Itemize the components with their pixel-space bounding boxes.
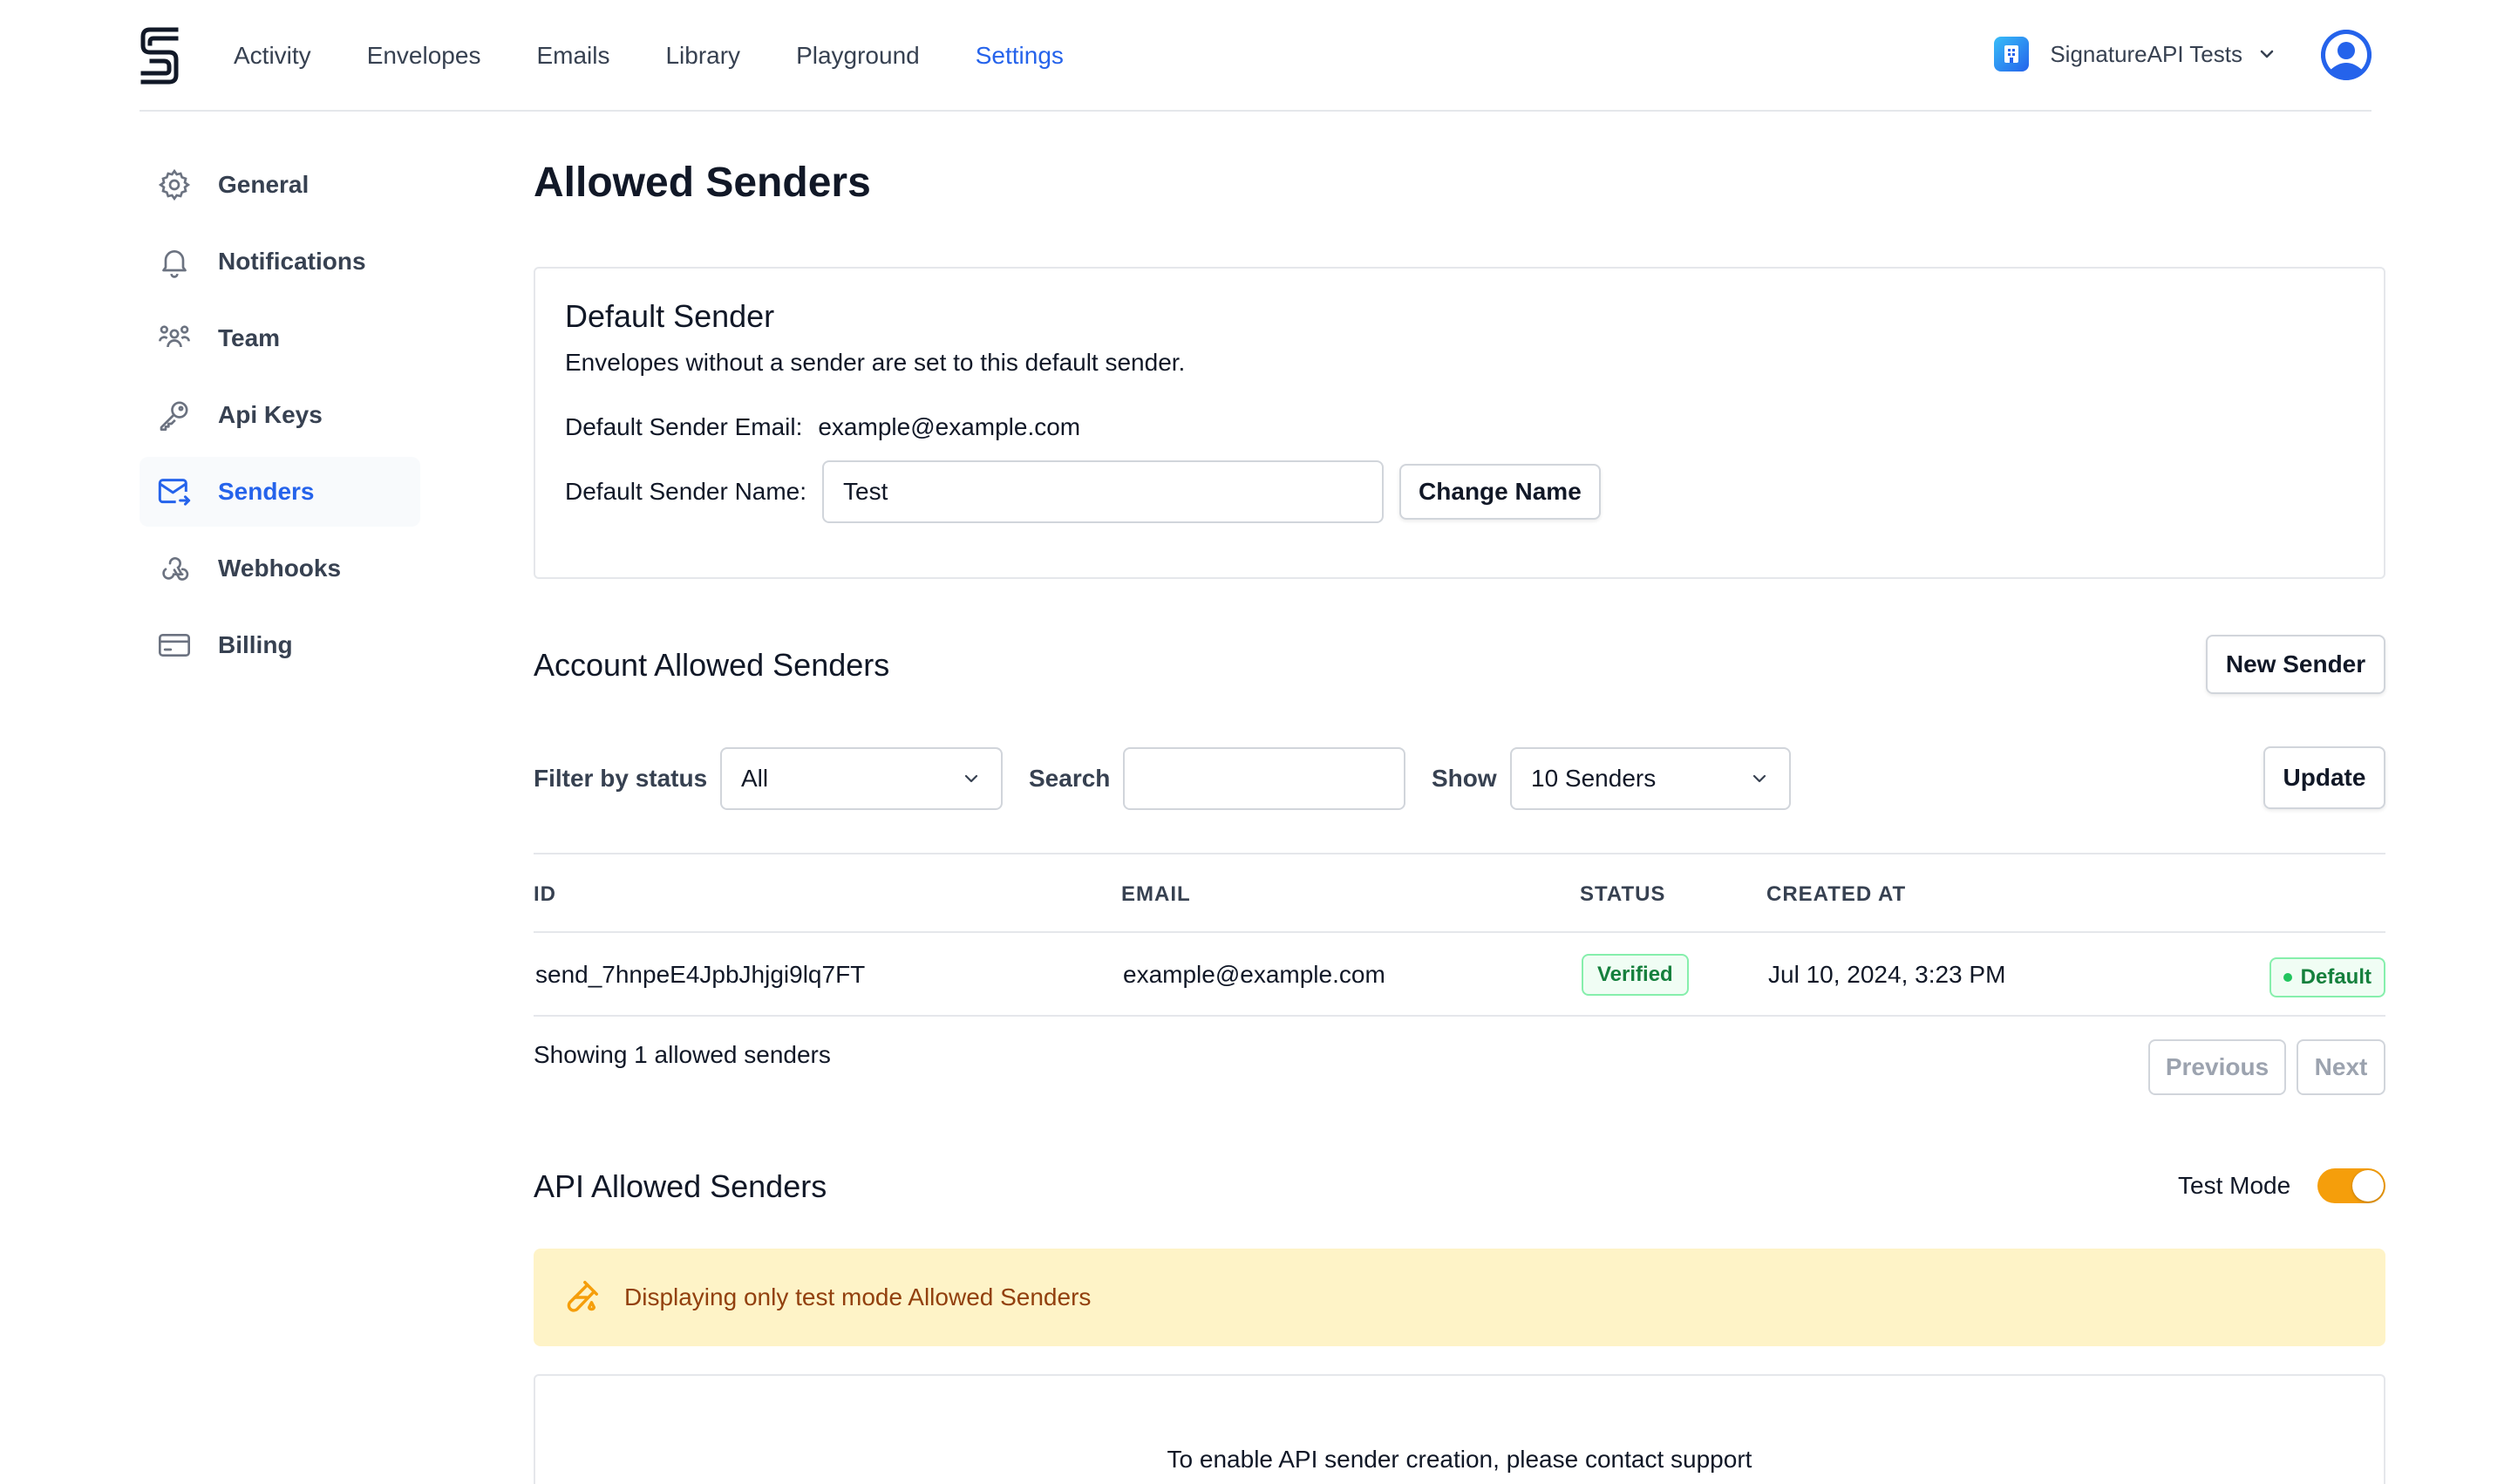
sidebar-item-api-keys[interactable]: Api Keys [140, 380, 420, 450]
column-header-created-at: CREATED AT [1766, 882, 1907, 906]
nav-library[interactable]: Library [665, 38, 740, 73]
webhook-icon [155, 549, 194, 588]
bell-icon [155, 242, 194, 281]
sidebar-item-label: Webhooks [218, 555, 342, 582]
sidebar-item-label: Team [218, 324, 281, 351]
status-filter-select[interactable]: All [720, 747, 1003, 810]
gear-icon [155, 166, 194, 204]
user-avatar[interactable] [2321, 30, 2372, 80]
sidebar-item-billing[interactable]: Billing [140, 610, 420, 680]
previous-page-button[interactable]: Previous [2148, 1039, 2286, 1095]
api-senders-title: API Allowed Senders [534, 1168, 827, 1204]
default-badge-label: Default [2300, 965, 2372, 989]
sidebar-item-label: Api Keys [218, 401, 323, 428]
default-sender-email-row: Default Sender Email: example@example.co… [565, 413, 2354, 441]
default-sender-card: Default Sender Envelopes without a sende… [534, 267, 2385, 579]
nav-settings[interactable]: Settings [976, 38, 1064, 73]
change-name-button[interactable]: Change Name [1399, 464, 1601, 520]
credit-card-icon [155, 626, 194, 664]
api-senders-empty-state: To enable API sender creation, please co… [534, 1374, 2385, 1484]
page-size-select[interactable]: 10 Senders [1510, 747, 1791, 810]
building-icon [1994, 37, 2030, 71]
mail-icon [155, 473, 194, 511]
search-input[interactable] [1123, 747, 1405, 810]
default-sender-title: Default Sender [565, 298, 775, 334]
sidebar-item-label: Senders [218, 478, 315, 505]
org-name: SignatureAPI Tests [2050, 41, 2242, 67]
top-navigation-bar: Activity Envelopes Emails Library Playgr… [140, 0, 2372, 112]
default-sender-name-row: Default Sender Name: Test Change Name [565, 460, 2354, 523]
default-sender-description: Envelopes without a sender are set to th… [565, 349, 1186, 376]
signatureapi-logo-icon[interactable] [140, 26, 180, 85]
chevron-down-icon [964, 774, 978, 783]
showing-count-text: Showing 1 allowed senders [534, 1041, 831, 1068]
org-switcher[interactable]: SignatureAPI Tests [1994, 37, 2277, 71]
sidebar-item-notifications[interactable]: Notifications [140, 227, 420, 296]
show-label: Show [1432, 765, 1497, 792]
test-mode-banner: Displaying only test mode Allowed Sender… [534, 1249, 2385, 1346]
settings-page: Activity Envelopes Emails Library Playgr… [0, 0, 2511, 1484]
default-badge: Default [2269, 957, 2385, 997]
sidebar-item-senders[interactable]: Senders [140, 457, 420, 527]
sender-created-at: Jul 10, 2024, 3:23 PM [1768, 961, 2006, 988]
test-mode-label: Test Mode [2178, 1172, 2291, 1199]
sidebar-item-team[interactable]: Team [140, 303, 420, 373]
default-sender-name-input[interactable]: Test [822, 460, 1385, 523]
nav-emails[interactable]: Emails [536, 38, 609, 73]
chevron-down-icon [2260, 50, 2274, 58]
default-sender-name-label: Default Sender Name: [565, 478, 807, 505]
settings-sidebar: General Notifications Team Api Keys Send… [140, 150, 420, 687]
sender-email: example@example.com [1123, 961, 1385, 988]
default-sender-email-label: Default Sender Email: [565, 413, 803, 440]
sidebar-item-label: General [218, 171, 310, 198]
test-mode-banner-text: Displaying only test mode Allowed Sender… [624, 1283, 1092, 1310]
team-icon [155, 319, 194, 357]
sidebar-item-general[interactable]: General [140, 150, 420, 220]
main-nav: Activity Envelopes Emails Library Playgr… [234, 38, 1119, 73]
test-mode-toggle[interactable] [2317, 1168, 2385, 1203]
status-filter-value: All [741, 765, 769, 792]
page-title: Allowed Senders [534, 160, 871, 206]
senders-table: ID EMAIL STATUS CREATED AT send_7hnpeE4J… [534, 853, 2385, 1017]
account-senders-title: Account Allowed Senders [534, 647, 890, 683]
beaker-icon [567, 1281, 598, 1312]
status-dot-icon [2283, 973, 2292, 982]
page-size-value: 10 Senders [1531, 765, 1657, 792]
new-sender-button[interactable]: New Sender [2206, 635, 2385, 694]
nav-activity[interactable]: Activity [234, 38, 311, 73]
chevron-down-icon [1752, 774, 1766, 783]
key-icon [155, 396, 194, 434]
update-button[interactable]: Update [2263, 746, 2385, 809]
filter-status-label: Filter by status [534, 765, 708, 792]
sender-id: send_7hnpeE4JpbJhjgi9lq7FT [535, 961, 866, 988]
empty-state-text: To enable API sender creation, please co… [1167, 1446, 1752, 1473]
next-page-button[interactable]: Next [2297, 1039, 2385, 1095]
sidebar-item-webhooks[interactable]: Webhooks [140, 534, 420, 603]
column-header-id: ID [534, 882, 556, 906]
table-header: ID EMAIL STATUS CREATED AT [534, 853, 2385, 933]
sidebar-item-label: Billing [218, 631, 293, 658]
default-sender-email-value: example@example.com [818, 413, 1081, 440]
column-header-email: EMAIL [1121, 882, 1191, 906]
sidebar-item-label: Notifications [218, 248, 366, 275]
nav-envelopes[interactable]: Envelopes [367, 38, 481, 73]
status-badge: Verified [1582, 954, 1689, 996]
toggle-knob [2352, 1170, 2384, 1201]
column-header-status: STATUS [1580, 882, 1666, 906]
main-content: Allowed Senders Default Sender Envelopes… [534, 157, 2385, 1484]
table-row[interactable]: send_7hnpeE4JpbJhjgi9lq7FT example@examp… [534, 933, 2385, 1017]
nav-playground[interactable]: Playground [796, 38, 920, 73]
search-label: Search [1029, 765, 1111, 792]
